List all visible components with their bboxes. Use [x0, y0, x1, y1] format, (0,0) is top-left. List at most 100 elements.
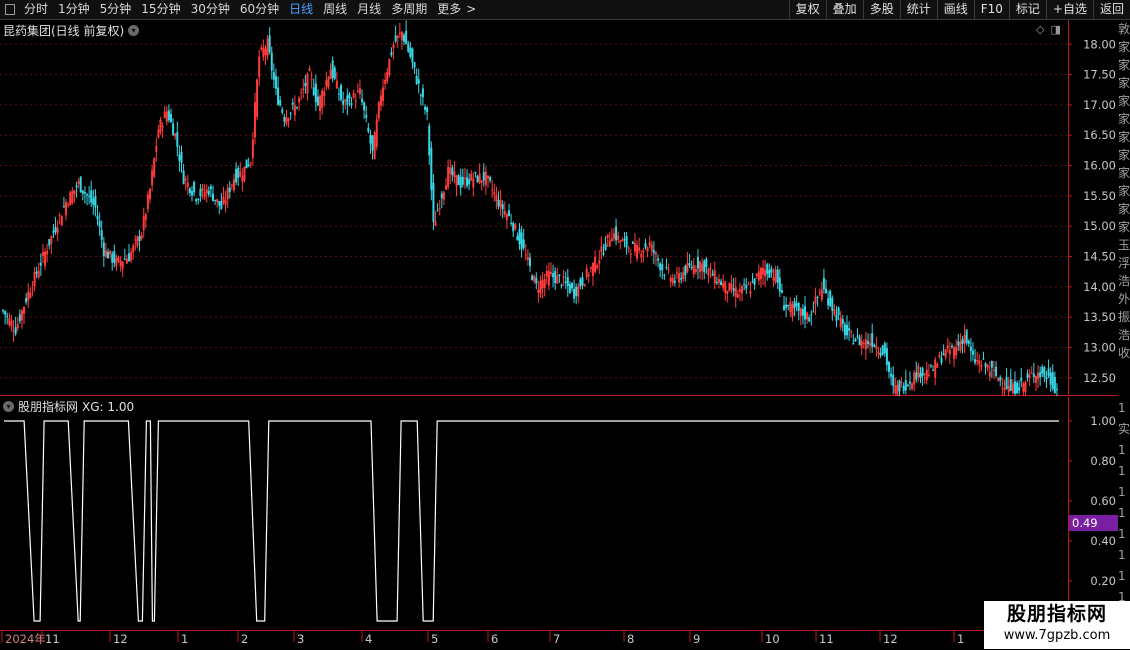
- candle-body: [961, 339, 964, 344]
- candle-body: [755, 273, 758, 276]
- tab-period-1[interactable]: 1分钟: [53, 0, 95, 19]
- strip-char: 外: [1118, 292, 1130, 306]
- tab-period-3[interactable]: 15分钟: [136, 0, 185, 19]
- candle-body: [835, 314, 838, 321]
- candle-body: [921, 367, 924, 376]
- chevron-down-circle-icon[interactable]: ▾: [3, 401, 14, 412]
- candle-body: [780, 290, 783, 293]
- candle-body: [491, 189, 494, 191]
- candle-body: [279, 99, 282, 106]
- candle-body: [932, 369, 935, 371]
- tool-button-6[interactable]: 标记: [1008, 0, 1046, 19]
- candle-body: [499, 199, 502, 208]
- candle-body: [520, 232, 523, 250]
- candle-body: [749, 291, 752, 294]
- candle-body: [224, 200, 227, 206]
- candle-body: [724, 281, 727, 293]
- candle-body: [421, 88, 424, 98]
- candle-body: [33, 271, 36, 286]
- candle-body: [814, 296, 817, 305]
- tab-period-10[interactable]: 更多: [432, 0, 466, 19]
- candle-body: [67, 204, 70, 206]
- candle-body: [806, 312, 809, 320]
- candle-body: [944, 349, 947, 358]
- tab-period-9[interactable]: 多周期: [386, 0, 432, 19]
- tab-period-5[interactable]: 60分钟: [235, 0, 284, 19]
- strip-char: 振: [1118, 310, 1130, 324]
- candle-body: [577, 285, 580, 297]
- candle-body: [978, 360, 981, 365]
- candle-body: [867, 341, 870, 344]
- candle-body: [913, 372, 916, 385]
- candle-body: [390, 52, 393, 56]
- candle-body: [321, 90, 324, 108]
- candle-body: [589, 267, 592, 269]
- candle-body: [772, 277, 775, 281]
- kline-chart[interactable]: 12.50 13.00 13.50 14.00 14.50 15.00 15.50 16.00…: [0, 20, 1118, 396]
- candle-body: [850, 331, 853, 333]
- candle-body: [579, 279, 582, 287]
- candle-body: [825, 288, 828, 294]
- time-tick-label: 2024年: [5, 632, 46, 646]
- tab-period-4[interactable]: 30分钟: [186, 0, 235, 19]
- price-tick-label: 17.50: [1083, 68, 1116, 82]
- candle-body: [713, 270, 716, 284]
- tool-button-4[interactable]: 画线: [936, 0, 974, 19]
- tool-button-1[interactable]: 叠加: [825, 0, 863, 19]
- menu-square-icon[interactable]: [1, 1, 19, 19]
- candle-body: [285, 117, 288, 125]
- candle-body: [854, 338, 857, 342]
- chart-corner-icons: ◇ ◨: [1036, 23, 1061, 36]
- tab-period-6[interactable]: 日线: [284, 0, 318, 19]
- candle-body: [386, 71, 389, 82]
- candle-body: [138, 236, 141, 241]
- candle-body: [142, 216, 145, 231]
- window-toggle-icon[interactable]: ◨: [1050, 23, 1060, 36]
- tool-button-0[interactable]: 复权: [788, 0, 826, 19]
- candle-body: [325, 79, 328, 87]
- candle-body: [783, 305, 786, 311]
- candle-body: [617, 235, 620, 240]
- candle-body: [774, 269, 777, 283]
- strip-char: 浩: [1118, 274, 1130, 288]
- candle-body: [340, 85, 343, 100]
- candle-body: [612, 233, 615, 239]
- candle-body: [692, 264, 695, 275]
- candle-body: [543, 278, 546, 288]
- candle-body: [457, 175, 460, 185]
- candle-body: [50, 236, 53, 244]
- candle-body: [369, 134, 372, 144]
- tool-button-2[interactable]: 多股: [862, 0, 900, 19]
- tab-period-2[interactable]: 5分钟: [95, 0, 137, 19]
- candle-body: [730, 284, 733, 290]
- candle-body: [843, 324, 846, 336]
- candle-body: [14, 327, 17, 335]
- candle-body: [1018, 387, 1021, 391]
- tab-period-7[interactable]: 周线: [318, 0, 352, 19]
- candle-body: [495, 194, 498, 201]
- indicator-chart[interactable]: 0.200.400.600.801.000.492024年 11 12 1 2 3 4 5 6 7…: [0, 397, 1118, 650]
- chevron-right-icon[interactable]: >: [466, 0, 481, 19]
- tool-button-8[interactable]: 返回: [1092, 0, 1130, 19]
- period-toolbar: 分时 1分钟 5分钟 15分钟 30分钟 60分钟 日线 周线 月线 多周期 更多 > 复权 叠加 多股统…: [0, 0, 1130, 20]
- candle-body: [69, 192, 72, 206]
- candle-body: [703, 260, 706, 273]
- diamond-icon[interactable]: ◇: [1036, 23, 1044, 36]
- tool-button-7[interactable]: +自选: [1045, 0, 1093, 19]
- chevron-down-circle-icon[interactable]: ▾: [128, 25, 140, 36]
- candle-body: [988, 371, 991, 377]
- candle-body: [329, 69, 332, 79]
- candle-body: [812, 311, 815, 313]
- candle-body: [239, 171, 242, 177]
- candle-body: [629, 253, 632, 255]
- candle-body: [149, 189, 152, 200]
- candle-body: [81, 190, 84, 194]
- tool-button-5[interactable]: F10: [973, 0, 1009, 19]
- tab-period-8[interactable]: 月线: [352, 0, 386, 19]
- candle-body: [409, 47, 412, 57]
- candle-body: [432, 182, 435, 222]
- tool-button-3[interactable]: 统计: [899, 0, 937, 19]
- candle-body: [314, 83, 317, 103]
- candle-body: [764, 269, 767, 277]
- tab-period-0[interactable]: 分时: [19, 0, 53, 19]
